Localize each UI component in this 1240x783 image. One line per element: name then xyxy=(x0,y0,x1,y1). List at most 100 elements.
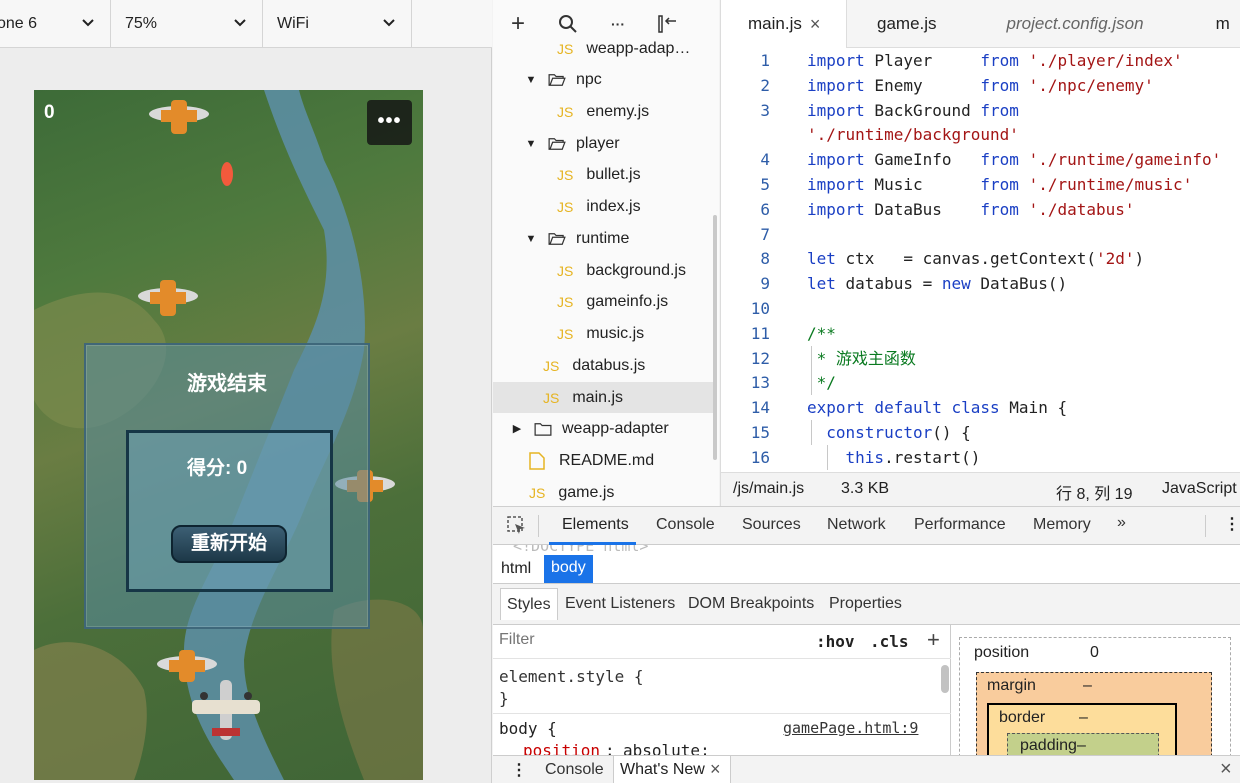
drawer-menu-icon[interactable]: ⋮ xyxy=(511,760,527,780)
file-tree-item[interactable]: ▼ player xyxy=(493,128,713,159)
drawer-tab-whats-new[interactable]: What's New × xyxy=(613,756,731,783)
tab-network[interactable]: Network xyxy=(827,516,886,534)
code-line[interactable]: 8 let ctx = canvas.getContext('2d') xyxy=(721,246,1240,271)
file-tree-item[interactable]: JS index.js xyxy=(493,191,713,222)
file-tree-item[interactable]: ▼ npc xyxy=(493,64,713,95)
caret-down-icon[interactable]: ▼ xyxy=(523,138,539,150)
tab-sources[interactable]: Sources xyxy=(742,516,801,534)
file-tree-item[interactable]: JS game.js xyxy=(493,477,713,506)
tab-performance[interactable]: Performance xyxy=(914,516,1006,534)
breadcrumb-body[interactable]: body xyxy=(544,555,593,583)
indent-guide xyxy=(811,345,812,371)
capsule-menu-button[interactable]: ••• xyxy=(367,100,412,145)
code-line[interactable]: 11 /** xyxy=(721,321,1240,346)
tab-elements[interactable]: Elements xyxy=(562,516,629,534)
caret-down-icon[interactable]: ▼ xyxy=(523,233,539,245)
code-area[interactable]: 1 import Player from './player/index' 2 imp… xyxy=(721,48,1240,472)
box-position-value[interactable]: 0 xyxy=(1090,644,1099,662)
code-line[interactable]: 9 let databus = new DataBus() xyxy=(721,271,1240,296)
code-line[interactable]: 16 this.restart() xyxy=(721,444,1240,470)
language-mode[interactable]: JavaScript xyxy=(1162,480,1237,498)
caret-down-icon[interactable]: ▼ xyxy=(523,74,539,86)
inspect-element-icon[interactable] xyxy=(507,516,527,536)
code-line[interactable]: './runtime/background' xyxy=(721,122,1240,147)
breadcrumb-html[interactable]: html xyxy=(501,560,531,578)
game-canvas[interactable]: 0 ••• 游戏结束 得分: 0 重新开始 xyxy=(34,90,423,780)
explorer-scrollbar[interactable] xyxy=(713,215,717,460)
file-tree-item[interactable]: JS main.js xyxy=(493,382,713,413)
new-rule-button[interactable]: + xyxy=(927,627,940,653)
simulator-toolbar: one 6 75% WiFi xyxy=(0,0,492,48)
hov-toggle[interactable]: :hov xyxy=(816,632,855,651)
subtab-properties[interactable]: Properties xyxy=(829,595,902,613)
file-tree-item[interactable]: README.md xyxy=(493,445,713,476)
styles-scrollbar[interactable] xyxy=(941,665,949,693)
margin-value[interactable]: – xyxy=(1083,677,1092,695)
code-line[interactable]: 14 export default class Main { xyxy=(721,395,1240,420)
file-tree-label: music.js xyxy=(586,324,645,342)
js-file-icon: JS xyxy=(557,262,574,279)
file-path: /js/main.js xyxy=(733,480,805,497)
network-select[interactable]: WiFi xyxy=(263,0,412,48)
file-tree-item[interactable]: ▶ weapp-adapter xyxy=(493,413,713,444)
line-number: 11 xyxy=(750,323,770,343)
restart-button[interactable]: 重新开始 xyxy=(171,525,287,563)
file-size: 3.3 KB xyxy=(841,480,890,497)
border-value[interactable]: – xyxy=(1079,709,1088,727)
file-tree-item[interactable]: JS enemy.js xyxy=(493,96,713,127)
cursor-position[interactable]: 行 8, 列 19 xyxy=(1056,480,1132,504)
code-line[interactable]: 4 import GameInfo from './runtime/gameinf… xyxy=(721,147,1240,172)
code-line[interactable]: 7 xyxy=(721,222,1240,247)
device-select[interactable]: one 6 xyxy=(0,0,111,48)
game-over-dialog: 游戏结束 得分: 0 重新开始 xyxy=(84,343,370,629)
file-tree-label: index.js xyxy=(586,197,641,215)
close-icon[interactable]: × xyxy=(710,759,721,780)
file-tree-item[interactable]: JS databus.js xyxy=(493,350,713,381)
simulator-panel: one 6 75% WiFi 0 ••• 游戏结束 得分: 0 重新开始 xyxy=(0,0,492,783)
cls-toggle[interactable]: .cls xyxy=(870,632,909,651)
code-line[interactable]: 3 import BackGround from xyxy=(721,98,1240,123)
code-line[interactable]: 13 */ xyxy=(721,370,1240,396)
body-rule-selector[interactable]: body { xyxy=(499,719,557,738)
code-line[interactable]: 12 * 游戏主函数 xyxy=(721,345,1240,371)
subtab-event-listeners[interactable]: Event Listeners xyxy=(565,595,675,613)
folder-open-icon xyxy=(548,73,566,86)
code-line[interactable]: 5 import Music from './runtime/music' xyxy=(721,172,1240,197)
more-tabs-icon[interactable]: » xyxy=(1117,514,1126,532)
code-line[interactable]: 2 import Enemy from './npc/enemy' xyxy=(721,73,1240,98)
enemy-plane xyxy=(138,280,198,316)
js-file-icon: JS xyxy=(557,325,574,342)
breadcrumb: html body xyxy=(493,555,1240,584)
close-drawer-icon[interactable]: × xyxy=(1220,758,1232,781)
tab-console[interactable]: Console xyxy=(656,516,715,534)
file-tree-item[interactable]: JS music.js xyxy=(493,318,713,349)
rule-source-link[interactable]: gamePage.html:9 xyxy=(783,719,918,737)
caret-right-icon[interactable]: ▶ xyxy=(509,422,525,435)
zoom-select[interactable]: 75% xyxy=(111,0,263,48)
file-tree-item[interactable]: JS weapp-adap… xyxy=(493,33,713,64)
subtab-styles[interactable]: Styles xyxy=(500,588,558,620)
padding-label[interactable]: padding– xyxy=(1020,737,1086,755)
file-tree-label: weapp-adapter xyxy=(562,419,669,437)
file-tree-item[interactable]: ▼ runtime xyxy=(493,223,713,254)
file-tree-item[interactable]: JS gameinfo.js xyxy=(493,286,713,317)
tab-memory[interactable]: Memory xyxy=(1033,516,1091,534)
file-tree-item[interactable]: JS background.js xyxy=(493,255,713,286)
styles-filter-input[interactable] xyxy=(499,631,799,649)
close-icon[interactable]: × xyxy=(810,14,821,35)
devtools-menu-icon[interactable]: ⋮ xyxy=(1224,514,1240,534)
element-style-close: } xyxy=(499,689,509,708)
file-tree-item[interactable]: JS bullet.js xyxy=(493,159,713,190)
code-line[interactable]: 1 import Player from './player/index' xyxy=(721,48,1240,73)
game-over-inner-panel: 得分: 0 重新开始 xyxy=(126,430,333,592)
code-line[interactable]: 10 xyxy=(721,296,1240,321)
tab-project-config[interactable]: project.config.json xyxy=(937,0,1144,48)
element-style-selector[interactable]: element.style { xyxy=(499,667,644,686)
tab-main-js[interactable]: main.js × xyxy=(721,0,847,48)
subtab-dom-breakpoints[interactable]: DOM Breakpoints xyxy=(688,595,814,613)
code-line[interactable]: 6 import DataBus from './databus' xyxy=(721,197,1240,222)
tab-overflow[interactable]: m xyxy=(1144,0,1230,48)
drawer-tab-console[interactable]: Console xyxy=(545,761,604,779)
tab-game-js[interactable]: game.js xyxy=(847,0,937,48)
code-line[interactable]: 15 constructor() { xyxy=(721,420,1240,445)
